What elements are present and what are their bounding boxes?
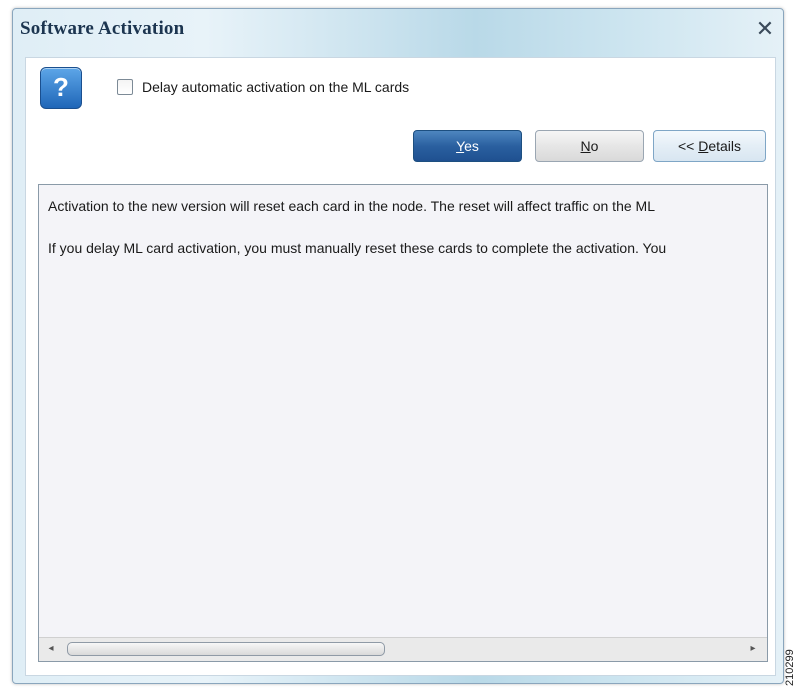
details-line-1: Activation to the new version will reset… bbox=[48, 198, 655, 214]
scroll-right-icon[interactable]: ▸ bbox=[745, 642, 761, 656]
figure-id-watermark: 210299 bbox=[784, 649, 796, 686]
details-button[interactable]: << Details bbox=[653, 130, 766, 162]
dialog-title: Software Activation bbox=[20, 18, 185, 39]
scrollbar-thumb[interactable] bbox=[67, 642, 385, 656]
details-text-area[interactable]: Activation to the new version will reset… bbox=[38, 184, 768, 662]
delay-activation-label[interactable]: Delay automatic activation on the ML car… bbox=[142, 79, 409, 95]
details-line-2: If you delay ML card activation, you mus… bbox=[48, 240, 667, 256]
yes-button[interactable]: Yes bbox=[413, 130, 522, 162]
delay-activation-checkbox[interactable] bbox=[117, 79, 133, 95]
scroll-left-icon[interactable]: ◂ bbox=[43, 642, 59, 656]
details-button-label: << Details bbox=[677, 138, 742, 154]
no-button[interactable]: No bbox=[535, 130, 644, 162]
question-icon: ? bbox=[40, 67, 82, 109]
horizontal-scrollbar[interactable]: ◂ ▸ bbox=[39, 637, 767, 661]
no-button-label: No bbox=[580, 138, 599, 154]
close-icon[interactable]: ✕ bbox=[752, 16, 778, 42]
yes-button-label: Yes bbox=[456, 138, 479, 154]
